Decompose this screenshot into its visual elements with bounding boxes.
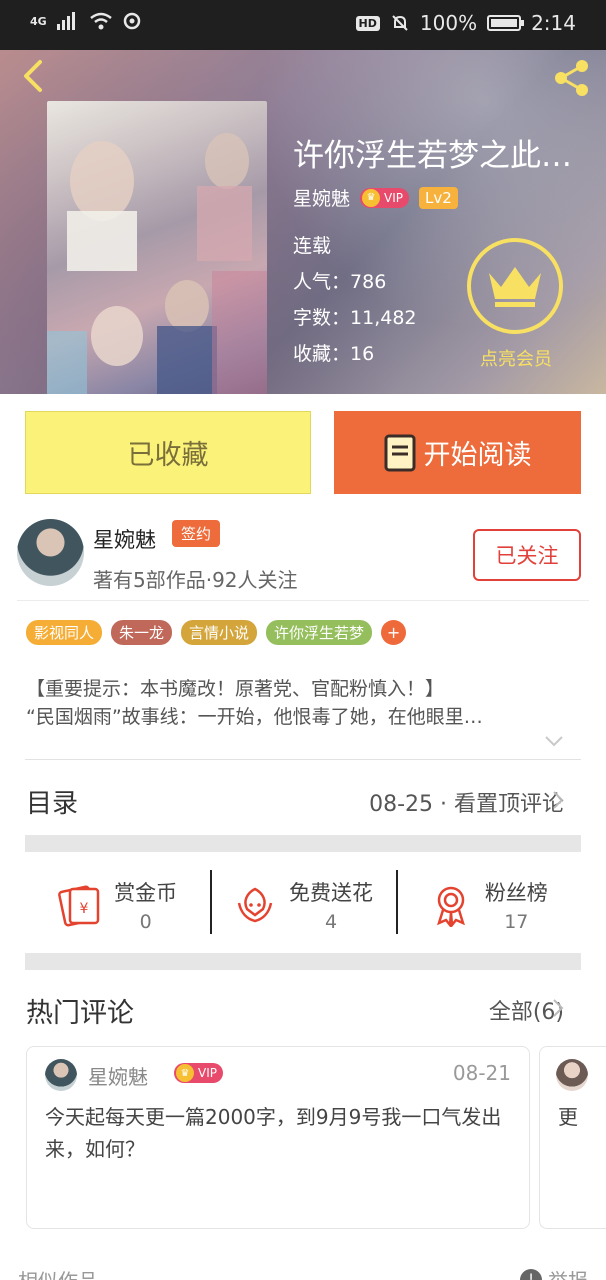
author-row: 星婉魅 ♛ VIP Lv2	[293, 184, 458, 211]
member-crown-button[interactable]	[467, 238, 563, 334]
add-tag-button[interactable]: +	[381, 620, 407, 645]
comment-text: 更	[558, 1105, 578, 1129]
battery-icon	[487, 15, 525, 31]
stat-label: 免费送花	[288, 881, 373, 905]
section-spacer	[25, 953, 581, 970]
tag-item[interactable]: 言情小说	[181, 620, 258, 645]
comment-date: 08-21	[452, 1061, 511, 1085]
wifi-icon	[89, 12, 112, 30]
popularity: 人气：786	[293, 271, 387, 293]
signed-badge: 签约	[172, 520, 221, 547]
svg-text:¥: ¥	[80, 901, 89, 917]
commenter-avatar[interactable]	[45, 1059, 77, 1091]
tag-list: 影视同人 朱一龙 言情小说 许你浮生若梦 +	[26, 620, 407, 645]
stat-value: 0	[139, 911, 152, 933]
comment-text: 今天起每天更一篇2000字，到9月9号我一口气发出来，如何？	[45, 1105, 502, 1161]
toc-title[interactable]: 目录	[26, 783, 78, 820]
chevron-right-icon[interactable]	[551, 789, 565, 811]
tag-item[interactable]: 影视同人	[26, 620, 103, 645]
book-icon	[384, 434, 415, 471]
intro-line: 【重要提示：本书魔改！原著党、官配粉慎入！】	[26, 678, 445, 700]
comment-card[interactable]: 更	[539, 1046, 606, 1229]
collected-button[interactable]: 已收藏	[25, 411, 311, 494]
stat-fans[interactable]: 粉丝榜 17	[395, 860, 581, 950]
book-cover-image[interactable]	[47, 101, 267, 394]
stat-value: 4	[324, 911, 338, 933]
intro-line: “民国烟雨”故事线：一开始，他恨毒了她，在他眼里…	[26, 706, 483, 728]
network-type: 4G	[30, 14, 47, 28]
mute-bell-icon	[392, 15, 408, 31]
commenter-name[interactable]: 星婉魅	[88, 1061, 148, 1090]
signal-icon	[56, 12, 75, 30]
tag-item[interactable]: 朱一龙	[111, 620, 173, 645]
vip-crown-icon: ♛	[176, 1064, 194, 1082]
medal-icon	[436, 886, 465, 927]
chevron-right-icon[interactable]	[551, 997, 565, 1019]
book-title: 许你浮生若梦之此生…	[293, 138, 593, 174]
back-arrow-icon[interactable]	[16, 58, 52, 94]
vip-badge: ♛ VIP	[174, 1063, 223, 1083]
commenter-avatar[interactable]	[556, 1059, 588, 1091]
level-badge: Lv2	[419, 186, 458, 209]
flower-icon	[237, 887, 273, 923]
stat-coins[interactable]: ¥ 赏金币 0	[25, 860, 210, 950]
status-left: 4G	[30, 12, 141, 30]
divider	[25, 759, 581, 760]
report-label: 举报	[548, 1265, 588, 1280]
report-link[interactable]: ! 举报	[520, 1265, 588, 1280]
favorite-count: 收藏：16	[293, 343, 375, 365]
author-name[interactable]: 星婉魅	[93, 524, 156, 554]
tag-item[interactable]: 许你浮生若梦	[266, 620, 373, 645]
crown-icon	[489, 267, 541, 307]
hd-indicator: HD	[355, 15, 380, 31]
sync-icon	[123, 12, 140, 30]
clock: 2:14	[531, 11, 576, 35]
chevron-down-icon[interactable]	[544, 734, 564, 748]
toc-meta[interactable]: 08-25 · 看置顶评论	[369, 786, 564, 818]
coin-envelope-icon: ¥	[58, 885, 100, 927]
stat-label: 粉丝榜	[484, 881, 548, 905]
word-count: 字数：11,482	[293, 307, 417, 329]
follow-button[interactable]: 已关注	[473, 529, 581, 581]
stat-label: 赏金币	[114, 881, 178, 905]
vip-crown-icon: ♛	[362, 188, 381, 207]
header-author-name[interactable]: 星婉魅	[293, 184, 350, 211]
status-bar: 4G HD 100% 2:14	[0, 0, 606, 50]
divider	[17, 600, 589, 601]
author-avatar[interactable]	[17, 519, 84, 586]
member-label[interactable]: 点亮会员	[466, 345, 566, 371]
stat-value: 17	[504, 911, 529, 933]
start-reading-label: 开始阅读	[423, 440, 532, 471]
author-stats: 著有5部作品·92人关注	[93, 568, 298, 592]
share-icon[interactable]	[550, 56, 594, 100]
hot-comments-title: 热门评论	[26, 998, 134, 1029]
similar-works-title: 相似作品	[18, 1265, 98, 1280]
comment-card[interactable]: 星婉魅 ♛ VIP 08-21 今天起每天更一篇2000字，到9月9号我一口气发出…	[26, 1046, 530, 1229]
stats-row: ¥ 赏金币 0 免费送花 4 粉丝榜 17	[25, 860, 581, 950]
battery-percent: 100%	[419, 11, 478, 35]
book-header: 许你浮生若梦之此生… 星婉魅 ♛ VIP Lv2 连载 人气：786 字数：11,…	[0, 50, 606, 394]
serial-status: 连载	[293, 235, 332, 257]
vip-badge: ♛ VIP	[360, 187, 409, 208]
book-intro[interactable]: 【重要提示：本书魔改！原著党、官配粉慎入！】 “民国烟雨”故事线：一开始，他恨毒…	[26, 675, 571, 731]
start-reading-button[interactable]: 开始阅读	[334, 411, 581, 494]
report-icon: !	[520, 1268, 542, 1280]
section-spacer	[25, 835, 581, 852]
stat-flowers[interactable]: 免费送花 4	[210, 860, 395, 950]
status-right: HD 100% 2:14	[355, 11, 576, 35]
